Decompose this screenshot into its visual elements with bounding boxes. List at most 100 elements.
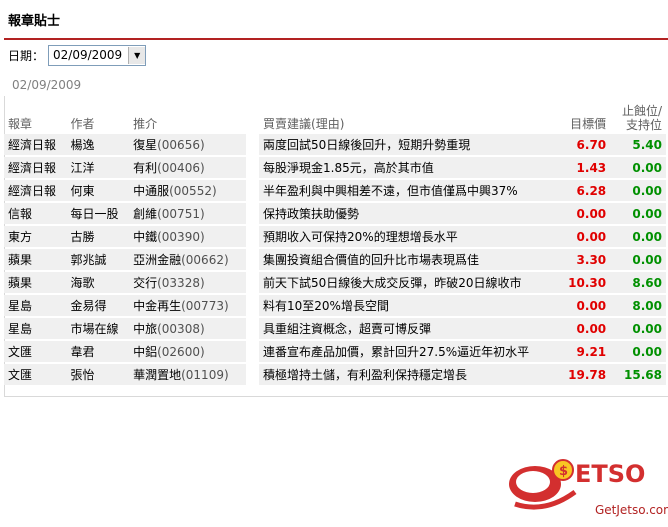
cell-author: 何東 [66, 180, 130, 201]
stock-code[interactable]: (01109) [181, 368, 229, 382]
date-row: 日期： 02/09/2009 ▼ [8, 44, 147, 66]
cell-gap [246, 364, 260, 385]
cell-target: 1.43 [552, 157, 611, 178]
cell-stock[interactable]: 中旅(00308) [129, 318, 247, 339]
cell-stop: 0.00 [610, 249, 666, 270]
stock-code[interactable]: (00662) [181, 253, 229, 267]
cell-author: 每日一股 [66, 203, 130, 224]
stock-name[interactable]: 中通服 [133, 184, 169, 198]
table-row: 東方 古勝 中鐵(00390) 預期收入可保持20%的理想增長水平 0.00 0.00 [4, 226, 666, 247]
stock-code[interactable]: (02600) [157, 345, 205, 359]
cell-gap [246, 203, 260, 224]
date-select-value: 02/09/2009 [53, 48, 123, 62]
cell-paper: 蘋果 [4, 249, 67, 270]
stock-name[interactable]: 創維 [133, 207, 157, 221]
date-select[interactable]: 02/09/2009 ▼ [48, 44, 147, 66]
cell-advice: 積極增持土儲，有利盈利保持穩定增長 [259, 364, 553, 385]
stock-name[interactable]: 復星 [133, 138, 157, 152]
cell-stop: 0.00 [610, 203, 666, 224]
stock-code[interactable]: (00552) [169, 184, 217, 198]
cell-stop: 0.00 [610, 318, 666, 339]
cell-stop: 0.00 [610, 180, 666, 201]
cell-stop: 15.68 [610, 364, 666, 385]
stock-code[interactable]: (00773) [181, 299, 229, 313]
table-row: 經濟日報 楊逸 復星(00656) 兩度回試50日線後回升，短期升勢重現 6.70 5.4… [4, 134, 666, 155]
header-bar [4, 8, 668, 40]
col-stock: 推介 [133, 117, 158, 131]
stock-code[interactable]: (03328) [157, 276, 205, 290]
col-gap [246, 102, 259, 132]
cell-stock[interactable]: 創維(00751) [129, 203, 247, 224]
cell-stock[interactable]: 中鋁(02600) [129, 341, 247, 362]
stock-code[interactable]: (00751) [157, 207, 205, 221]
cell-target: 9.21 [552, 341, 611, 362]
stock-name[interactable]: 華潤置地 [133, 368, 181, 382]
cell-advice: 前天下試50日線後大成交反彈，昨破20日線收市 [259, 272, 553, 293]
cell-gap [246, 226, 260, 247]
cell-advice: 具重組注資概念，超賣可博反彈 [259, 318, 553, 339]
cell-paper: 星島 [4, 295, 67, 316]
cell-target: 0.00 [552, 203, 611, 224]
cell-paper: 信報 [4, 203, 67, 224]
stock-name[interactable]: 有利 [133, 161, 157, 175]
stock-code[interactable]: (00656) [157, 138, 205, 152]
cell-stop: 0.00 [610, 341, 666, 362]
cell-target: 0.00 [552, 295, 611, 316]
cell-target: 0.00 [552, 318, 611, 339]
stock-name[interactable]: 交行 [133, 276, 157, 290]
cell-target: 0.00 [552, 226, 611, 247]
table-row: 蘋果 郭兆誠 亞洲金融(00662) 集團投資組合價值的回升比市場表現爲佳 3.30 0.… [4, 249, 666, 270]
cell-gap [246, 180, 260, 201]
page-title: 報章貼士 [8, 14, 61, 29]
cell-stop: 0.00 [610, 157, 666, 178]
stock-code[interactable]: (00390) [157, 230, 205, 244]
cell-paper: 文匯 [4, 364, 67, 385]
cell-gap [246, 341, 260, 362]
cell-stock[interactable]: 華潤置地(01109) [129, 364, 247, 385]
stock-name[interactable]: 中旅 [133, 322, 157, 336]
stock-code[interactable]: (00308) [157, 322, 205, 336]
cell-author: 張怡 [66, 364, 130, 385]
cell-target: 6.70 [552, 134, 611, 155]
cell-author: 古勝 [66, 226, 130, 247]
cell-stock[interactable]: 亞洲金融(00662) [129, 249, 247, 270]
table-row: 蘋果 海歌 交行(03328) 前天下試50日線後大成交反彈，昨破20日線收市 10.3… [4, 272, 666, 293]
cell-advice: 半年盈利與中興相差不遠，但市值僅爲中興37% [259, 180, 553, 201]
cell-stop: 5.40 [610, 134, 666, 155]
stock-name[interactable]: 亞洲金融 [133, 253, 181, 267]
svg-text:$: $ [559, 464, 568, 479]
date-label: 日期： [8, 48, 45, 63]
cell-stock[interactable]: 中鐵(00390) [129, 226, 247, 247]
stock-name[interactable]: 中金再生 [133, 299, 181, 313]
cell-advice: 料有10至20%增長空間 [259, 295, 553, 316]
cell-stock[interactable]: 中通服(00552) [129, 180, 247, 201]
cell-stop: 8.00 [610, 295, 666, 316]
cell-gap [246, 295, 260, 316]
cell-gap [246, 318, 260, 339]
logo-site-text: GetJetso.com [595, 503, 668, 517]
cell-paper: 文匯 [4, 341, 67, 362]
table-row: 星島 金易得 中金再生(00773) 料有10至20%增長空間 0.00 8.00 [4, 295, 666, 316]
chevron-down-icon[interactable]: ▼ [128, 46, 146, 64]
cell-stock[interactable]: 交行(03328) [129, 272, 247, 293]
table-row: 文匯 張怡 華潤置地(01109) 積極增持土儲，有利盈利保持穩定增長 19.78 15.… [4, 364, 666, 385]
cell-paper: 星島 [4, 318, 67, 339]
stock-code[interactable]: (00406) [157, 161, 205, 175]
cell-advice: 連番宣布產品加價，累計回升27.5%逼近年初水平 [259, 341, 553, 362]
cell-stock[interactable]: 中金再生(00773) [129, 295, 247, 316]
cell-stock[interactable]: 有利(00406) [129, 157, 247, 178]
cell-author: 郭兆誠 [66, 249, 130, 270]
logo-brand-text: ETSO [575, 460, 645, 488]
stock-name[interactable]: 中鋁 [133, 345, 157, 359]
cell-advice: 集團投資組合價值的回升比市場表現爲佳 [259, 249, 553, 270]
cell-gap [246, 157, 260, 178]
col-stop: 止蝕位/ 支持位 [621, 104, 662, 132]
col-target: 目標價 [570, 117, 607, 131]
current-date: 02/09/2009 [12, 78, 82, 92]
table-row: 文匯 韋君 中鋁(02600) 連番宣布產品加價，累計回升27.5%逼近年初水平 9.2… [4, 341, 666, 362]
cell-advice: 兩度回試50日線後回升，短期升勢重現 [259, 134, 553, 155]
cell-stock[interactable]: 復星(00656) [129, 134, 247, 155]
stock-name[interactable]: 中鐵 [133, 230, 157, 244]
cell-advice: 預期收入可保持20%的理想增長水平 [259, 226, 553, 247]
cell-target: 6.28 [552, 180, 611, 201]
